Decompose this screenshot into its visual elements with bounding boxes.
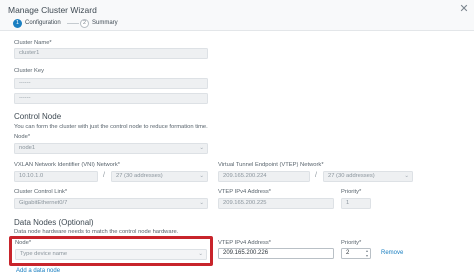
- control-priority-label: Priority*: [341, 189, 362, 195]
- cluster-name-label: Cluster Name*: [14, 40, 52, 46]
- data-nodes-description: Data node hardware needs to match the co…: [14, 229, 179, 235]
- step-2-label[interactable]: Summary: [92, 20, 118, 26]
- vtep-prefix-value: 27 (30 addresses): [328, 173, 375, 179]
- step-2-indicator[interactable]: 2: [80, 19, 89, 28]
- step-connector: [67, 23, 79, 24]
- step-1-label[interactable]: Configuration: [25, 20, 61, 26]
- ccl-value: GigabitEthernet0/7: [19, 200, 68, 206]
- vni-prefix-value: 27 (30 addresses): [116, 173, 163, 179]
- data-priority-value: 2: [346, 250, 350, 256]
- add-data-node-link[interactable]: Add a data node: [16, 268, 60, 274]
- ccl-select[interactable]: GigabitEthernet0/7 ⌄: [14, 198, 208, 209]
- data-priority-stepper[interactable]: 2 ▴ ▾: [341, 248, 371, 259]
- control-node-value: node1: [19, 145, 36, 151]
- data-vtep-ipv4-input[interactable]: 209.165.200.226: [218, 248, 334, 259]
- chevron-down-icon: ⌄: [198, 251, 203, 257]
- cluster-key-field[interactable]: ------: [14, 78, 208, 89]
- vni-ip-field[interactable]: 10.10.1.0: [14, 171, 98, 182]
- remove-data-node-link[interactable]: Remove: [381, 250, 403, 256]
- data-node-label: Node*: [15, 240, 32, 246]
- control-vtep-ipv4-field[interactable]: 209.165.200.225: [218, 198, 334, 209]
- data-node-placeholder: Type device name: [20, 251, 68, 257]
- control-node-select[interactable]: node1 ⌄: [14, 143, 208, 154]
- cluster-name-field[interactable]: cluster1: [14, 48, 208, 59]
- vni-separator: /: [103, 172, 105, 179]
- ccl-label: Cluster Control Link*: [14, 189, 68, 195]
- vtep-network-label: Virtual Tunnel Endpoint (VTEP) Network*: [218, 162, 324, 168]
- vni-network-label: VXLAN Network Identifier (VNI) Network*: [14, 162, 120, 168]
- page-title: Manage Cluster Wizard: [8, 5, 97, 15]
- data-nodes-heading: Data Nodes (Optional): [14, 218, 94, 227]
- spinner-arrows-icon[interactable]: ▴ ▾: [366, 249, 368, 258]
- control-node-description: You can form the cluster with just the c…: [14, 124, 208, 130]
- cluster-key-label: Cluster Key: [14, 68, 44, 74]
- chevron-down-icon: ⌄: [199, 145, 204, 151]
- data-vtep-ipv4-label: VTEP IPv4 Address*: [218, 240, 272, 246]
- vtep-separator: /: [315, 172, 317, 179]
- control-node-heading: Control Node: [14, 112, 62, 121]
- control-node-label: Node*: [14, 134, 31, 140]
- chevron-down-icon: ⌄: [199, 200, 204, 206]
- cluster-key-confirm-field[interactable]: ------: [14, 93, 208, 104]
- control-priority-field[interactable]: 1: [341, 198, 371, 209]
- control-vtep-ipv4-label: VTEP IPv4 Address*: [218, 189, 272, 195]
- close-icon[interactable]: ✕: [458, 3, 470, 15]
- vtep-ip-field[interactable]: 209.165.200.224: [218, 171, 310, 182]
- chevron-down-icon: ⌄: [404, 173, 409, 179]
- vni-prefix-select[interactable]: 27 (30 addresses) ⌄: [111, 171, 208, 182]
- data-node-select[interactable]: Type device name ⌄: [15, 249, 207, 260]
- vtep-prefix-select[interactable]: 27 (30 addresses) ⌄: [323, 171, 413, 182]
- data-priority-label: Priority*: [341, 240, 362, 246]
- step-1-indicator[interactable]: 1: [13, 19, 22, 28]
- chevron-down-icon: ⌄: [199, 173, 204, 179]
